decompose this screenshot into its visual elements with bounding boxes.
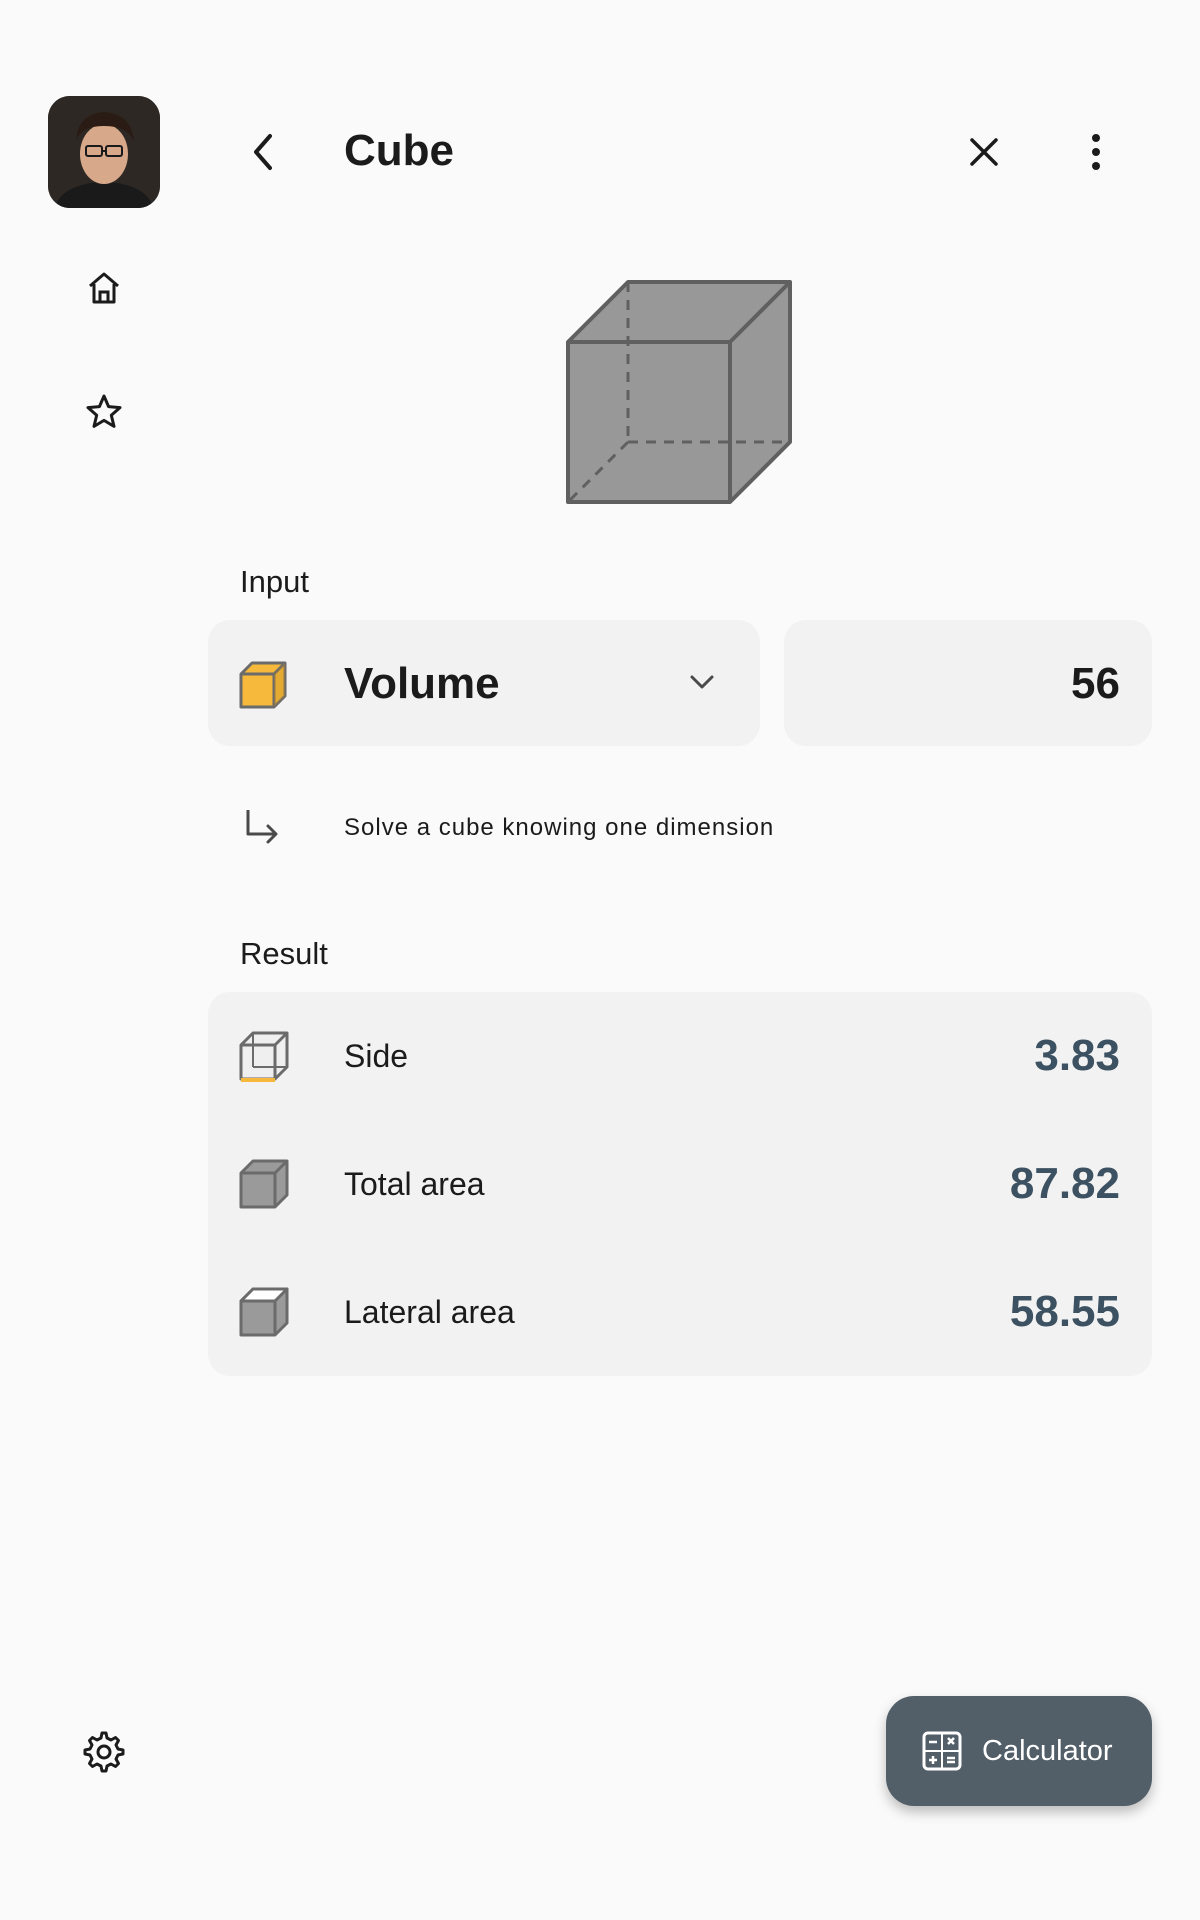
calculator-icon: [922, 1731, 962, 1771]
result-row-total-area: Total area 87.82: [208, 1120, 1152, 1248]
result-value[interactable]: 87.82: [1010, 1158, 1120, 1210]
arrow-back-icon: [254, 134, 272, 170]
cube-total-area-icon: [239, 1159, 289, 1209]
back-button[interactable]: [236, 124, 292, 180]
star-icon[interactable]: [80, 388, 128, 436]
subdirectory-arrow-icon: [246, 810, 278, 844]
avatar[interactable]: [48, 96, 160, 208]
dropdown-selected-label: Volume: [344, 659, 500, 708]
close-button[interactable]: [956, 124, 1012, 180]
value-input[interactable]: 56: [784, 620, 1152, 746]
hint-text: Solve a cube knowing one dimension: [344, 814, 775, 841]
input-section-label: Input: [240, 564, 309, 599]
result-section-label: Result: [240, 936, 328, 971]
settings-gear-icon[interactable]: [80, 1728, 128, 1776]
chevron-down-icon: [690, 675, 714, 689]
results-card: Side 3.83 Total area 87.82 Lateral area …: [208, 992, 1152, 1376]
calculator-button-label: Calculator: [982, 1735, 1113, 1767]
value-input-text[interactable]: 56: [1071, 658, 1120, 710]
result-row-side: Side 3.83: [208, 992, 1152, 1120]
result-value[interactable]: 58.55: [1010, 1286, 1120, 1338]
cube-volume-icon: [239, 661, 287, 709]
calculator-button[interactable]: Calculator: [886, 1696, 1152, 1806]
cube-side-icon: [239, 1031, 289, 1082]
more-options-button[interactable]: [1068, 124, 1124, 180]
app-root: Cube Input Volume 56 Solve a cube knowin…: [0, 0, 1200, 1920]
cube-illustration: [566, 280, 792, 504]
result-label: Lateral area: [344, 1294, 515, 1330]
result-label: Total area: [344, 1166, 485, 1202]
result-row-lateral-area: Lateral area 58.55: [208, 1248, 1152, 1376]
dimension-dropdown[interactable]: Volume: [208, 620, 760, 746]
result-label: Side: [344, 1038, 409, 1074]
more-vert-icon: [1092, 134, 1100, 170]
cube-lateral-area-icon: [239, 1287, 289, 1337]
page-title: Cube: [344, 126, 454, 175]
result-value[interactable]: 3.83: [1034, 1030, 1120, 1082]
home-icon[interactable]: [80, 264, 128, 312]
close-icon: [970, 138, 998, 166]
